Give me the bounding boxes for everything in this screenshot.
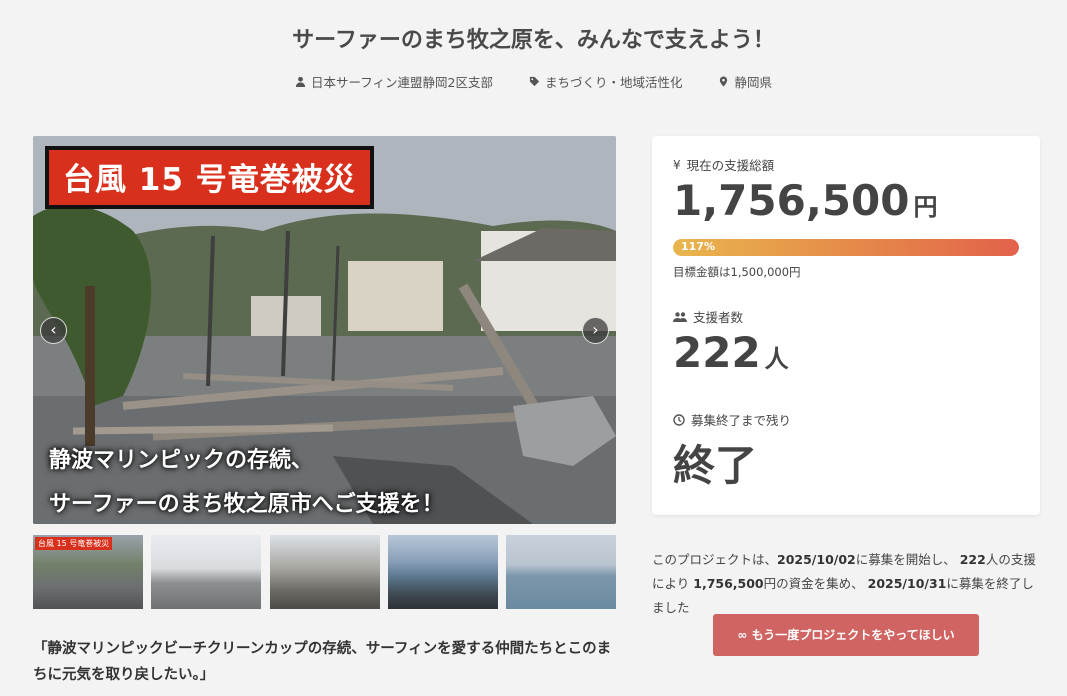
thumbnail-1[interactable]: 台風 15 号竜巻被災 (33, 535, 143, 609)
project-meta: 日本サーフィン連盟静岡2区支部 まちづくり・地域活性化 静岡県 (0, 72, 1067, 91)
progress-percent: 117% (681, 240, 715, 253)
organizer-name: 日本サーフィン連盟静岡2区支部 (311, 75, 493, 90)
summary-start-date: 2025/10/02 (777, 552, 856, 567)
summary-part2: に募集を開始し、 (855, 552, 956, 567)
user-icon (295, 76, 306, 87)
total-amount-value: 1,756,500 (673, 176, 910, 225)
thumbnail-label: 台風 15 号竜巻被災 (35, 537, 113, 550)
thumbnail-4[interactable] (387, 535, 498, 609)
summary-part4: 円の資金を集め、 (763, 576, 864, 591)
funding-stats-card: ¥ 現在の支援総額 1,756,500 円 117% 目標金額は1,500,000… (652, 136, 1040, 515)
project-quote: 「静波マリンピックビーチクリーンカップの存続、サーフィンを愛する仲間たちとこのま… (33, 641, 612, 683)
carousel-prev-button[interactable]: ‹ (40, 317, 67, 344)
request-again-button[interactable]: ∞ もう一度プロジェクトをやってほしい (713, 614, 979, 656)
hero-caption-line2: サーファーのまち牧之原市へご支援を！ (49, 492, 444, 517)
supporters-count: 222 人 (673, 328, 789, 377)
total-label: 現在の支援総額 (686, 158, 775, 173)
hero-image-carousel[interactable]: 台風 15 号竜巻被災 静波マリンピックの存続、 サーファーのまち牧之原市へご支… (33, 136, 616, 524)
location-pin-icon (720, 76, 728, 87)
meta-location[interactable]: 静岡県 (718, 72, 772, 91)
remaining-value: 終了 (673, 432, 757, 493)
location-name: 静岡県 (734, 75, 772, 90)
thumbnail-2[interactable] (151, 535, 262, 609)
supporters-label: 支援者数 (693, 310, 744, 325)
summary-end-date: 2025/10/31 (867, 576, 947, 591)
clock-icon (673, 413, 685, 426)
carousel-next-button[interactable]: › (582, 317, 609, 344)
meta-organizer[interactable]: 日本サーフィン連盟静岡2区支部 (295, 72, 493, 91)
hero-banner: 台風 15 号竜巻被災 (45, 146, 374, 209)
supporters-count-value: 222 (673, 328, 761, 377)
funding-progress-bar: 117% (673, 239, 1019, 256)
remaining-label-row: 募集終了まで残り (673, 410, 791, 429)
total-label-row: ¥ 現在の支援総額 (673, 155, 774, 174)
meta-category[interactable]: まちづくり・地域活性化 (529, 72, 683, 91)
project-summary: このプロジェクトは、2025/10/02に募集を開始し、 222人の支援により … (652, 548, 1042, 620)
thumbnail-3[interactable] (269, 535, 380, 609)
progress-fill (673, 239, 1019, 256)
supporters-count-unit: 人 (764, 345, 789, 373)
summary-prefix: このプロジェクトは、 (652, 552, 778, 567)
yen-icon: ¥ (673, 157, 681, 172)
remaining-label: 募集終了まで残り (691, 413, 792, 428)
goal-amount: 目標金額は1,500,000円 (673, 265, 801, 279)
hero-caption-line1: 静波マリンピックの存続、 (49, 448, 314, 473)
category-name: まちづくり・地域活性化 (544, 75, 683, 90)
total-amount-unit: 円 (913, 193, 938, 221)
supporters-label-row: 支援者数 (673, 307, 743, 326)
remaining-value-text: 終了 (673, 441, 758, 490)
summary-supporters: 222 (959, 552, 986, 567)
tag-icon (529, 76, 540, 87)
users-icon (673, 311, 687, 322)
thumbnail-5[interactable] (506, 535, 616, 609)
thumbnail-strip: 台風 15 号竜巻被災 (33, 535, 616, 609)
page-title: サーファーのまち牧之原を、みんなで支えよう！ (292, 28, 775, 53)
summary-amount: 1,756,500 (693, 576, 764, 591)
total-amount: 1,756,500 円 (673, 176, 937, 225)
